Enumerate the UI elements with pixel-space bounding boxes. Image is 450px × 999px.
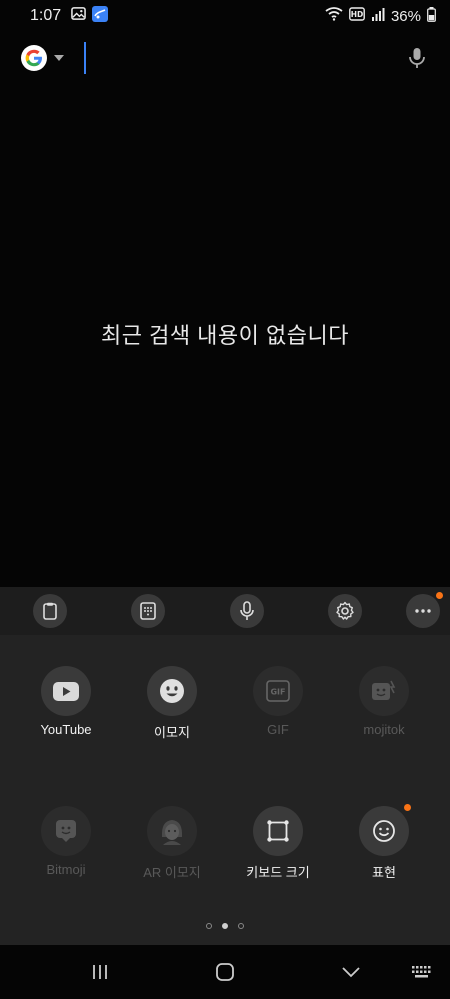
expression-label: 표현 xyxy=(372,865,396,880)
keyboard-size-icon xyxy=(253,806,303,856)
status-bar: 1:07 HD 36% xyxy=(0,0,450,32)
gif-label: GIF xyxy=(267,722,289,737)
youtube-icon xyxy=(41,666,91,716)
keyboard-panel: YouTube 이모지 GIF GIF mojitok Bitmoji AR 이… xyxy=(0,587,450,945)
page-dot-3[interactable] xyxy=(238,923,244,929)
empty-state-message: 최근 검색 내용이 없습니다 xyxy=(101,323,349,348)
screen: 1:07 HD 36% 최근 검색 내용이 없습니다 YouTube 이모지 G… xyxy=(0,0,450,999)
mojitok-icon xyxy=(359,666,409,716)
search-bar xyxy=(0,32,450,84)
chevron-down-icon[interactable] xyxy=(54,55,64,61)
youtube-label: YouTube xyxy=(40,722,92,737)
keyboard-size-label: 키보드 크기 xyxy=(246,865,310,880)
signal-icon xyxy=(371,7,385,25)
gif-button[interactable]: GIF GIF xyxy=(228,666,328,737)
svg-text:GIF: GIF xyxy=(270,688,285,697)
page-dot-2[interactable] xyxy=(222,923,228,929)
bitmoji-button[interactable]: Bitmoji xyxy=(16,806,116,877)
mojitok-button[interactable]: mojitok xyxy=(334,666,434,737)
navigation-bar xyxy=(0,945,450,999)
wifi-icon xyxy=(325,7,343,25)
keyboard-switch-icon[interactable] xyxy=(407,959,437,985)
expression-button[interactable]: 표현 xyxy=(334,804,434,881)
home-icon[interactable] xyxy=(210,959,240,985)
ar-emoji-icon xyxy=(147,806,197,856)
expression-badge xyxy=(404,804,411,811)
hd-voice-icon: HD xyxy=(349,7,365,25)
keyboard-size-button[interactable]: 키보드 크기 xyxy=(228,806,328,881)
settings-icon[interactable] xyxy=(328,594,362,628)
ar-emoji-label: AR 이모지 xyxy=(143,865,201,880)
emoji-button[interactable]: 이모지 xyxy=(122,666,222,741)
battery-text: 36% xyxy=(390,7,421,25)
hide-keyboard-chevron-icon[interactable] xyxy=(336,959,366,985)
status-time: 1:07 xyxy=(30,7,62,24)
page-indicator xyxy=(0,923,450,929)
more-icon[interactable] xyxy=(406,592,443,628)
google-logo-icon[interactable] xyxy=(20,44,48,72)
mojitok-label: mojitok xyxy=(363,722,405,737)
ar-emoji-button[interactable]: AR 이모지 xyxy=(122,806,222,881)
emoji-icon xyxy=(147,666,197,716)
youtube-button[interactable]: YouTube xyxy=(16,666,116,737)
expression-icon xyxy=(359,804,411,856)
battery-icon xyxy=(427,6,436,26)
bitmoji-icon xyxy=(41,806,91,856)
emoji-label: 이모지 xyxy=(154,725,190,740)
gallery-icon xyxy=(71,6,86,26)
search-input[interactable] xyxy=(84,42,404,74)
bitmoji-label: Bitmoji xyxy=(46,862,86,877)
page-dot-1[interactable] xyxy=(206,923,212,929)
gif-icon: GIF xyxy=(253,666,303,716)
keypad-icon[interactable] xyxy=(131,594,165,628)
svg-text:HD: HD xyxy=(351,10,364,19)
keyboard-toolbar xyxy=(0,587,450,635)
voice-search-mic-icon[interactable] xyxy=(404,45,430,71)
notification-badge xyxy=(436,592,443,599)
clipboard-icon[interactable] xyxy=(33,594,67,628)
mic-icon[interactable] xyxy=(230,594,264,628)
recent-apps-icon[interactable] xyxy=(85,959,115,985)
app-notification-icon xyxy=(92,5,109,27)
